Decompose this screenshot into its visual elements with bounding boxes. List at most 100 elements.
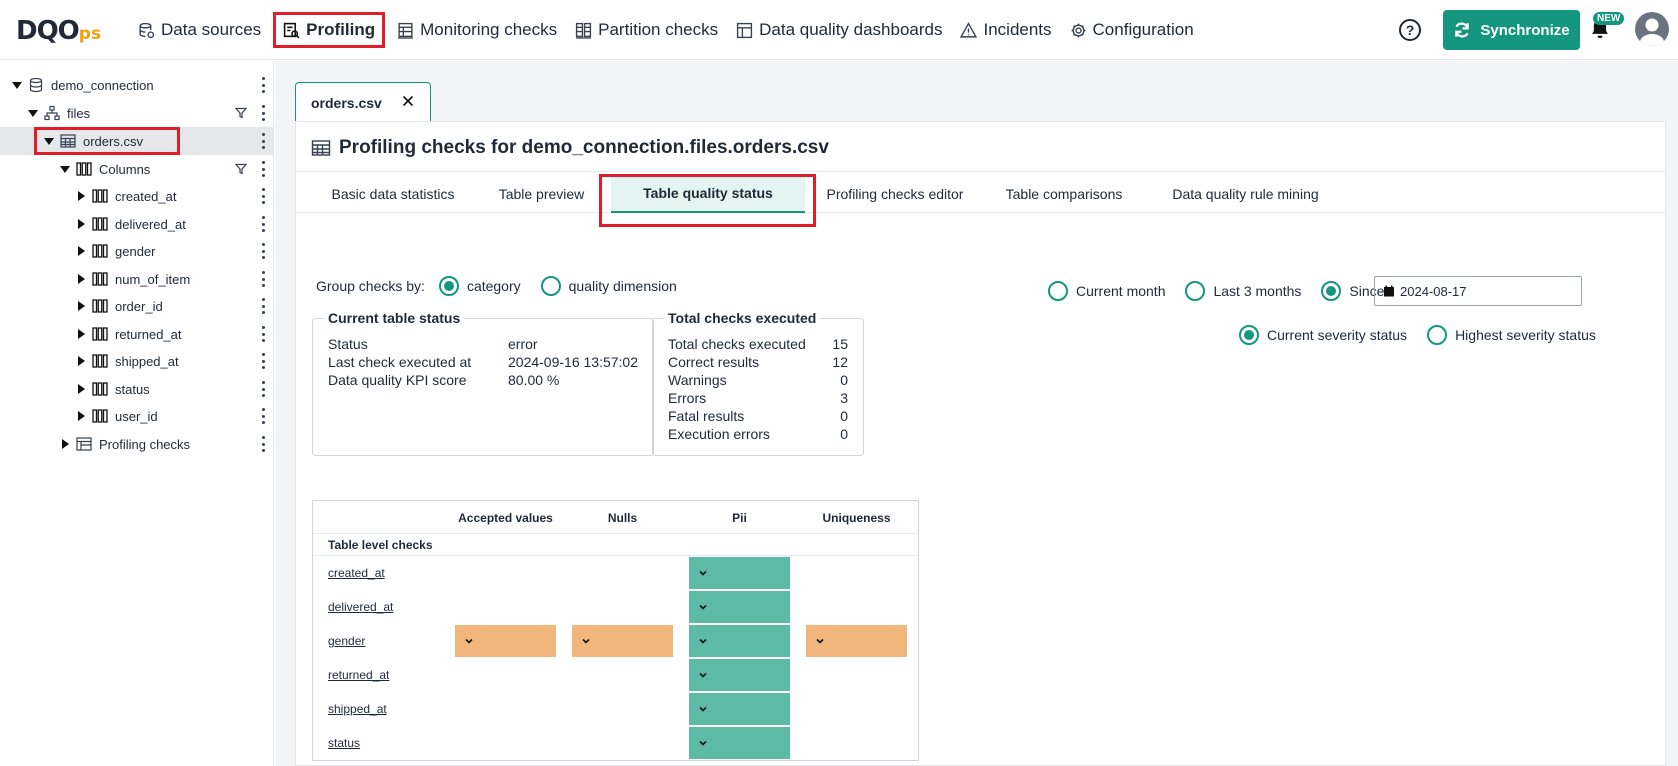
sidebar-item-columns[interactable]: Columns: [0, 155, 273, 183]
caret-right-icon[interactable]: [78, 411, 85, 421]
caret-right-icon[interactable]: [78, 191, 85, 201]
tab-basic-data-statistics[interactable]: Basic data statistics: [311, 174, 475, 213]
sidebar-item-num-of-item[interactable]: num_of_item: [0, 265, 273, 293]
status-cell-error[interactable]: [806, 625, 907, 657]
radio-category[interactable]: [438, 276, 459, 296]
tab-data-quality-rule-mining[interactable]: Data quality rule mining: [1149, 174, 1342, 213]
kebab-menu-icon[interactable]: [262, 408, 266, 424]
kebab-menu-icon[interactable]: [262, 105, 266, 121]
synchronize-button[interactable]: Synchronize: [1443, 10, 1580, 50]
column-link[interactable]: shipped_at: [328, 702, 387, 716]
nav-profiling[interactable]: Profiling: [273, 12, 386, 48]
kebab-menu-icon[interactable]: [262, 243, 266, 259]
status-cell-valid[interactable]: [689, 659, 790, 691]
kebab-menu-icon[interactable]: [262, 77, 266, 93]
tab-table-comparisons[interactable]: Table comparisons: [991, 174, 1137, 213]
nav-monitoring-checks[interactable]: Monitoring checks: [391, 12, 563, 48]
nav-data-sources[interactable]: Data sources: [132, 12, 267, 48]
user-avatar[interactable]: [1635, 12, 1669, 46]
dqops-logo[interactable]: DQO ps: [16, 16, 101, 46]
kebab-menu-icon[interactable]: [262, 381, 266, 397]
radio-current-month[interactable]: [1048, 281, 1068, 301]
kebab-menu-icon[interactable]: [262, 353, 266, 369]
severity-radio-group: Current severity status Highest severity…: [1239, 325, 1596, 345]
nav-label: Data sources: [161, 20, 262, 39]
nav-label: Data quality dashboards: [759, 20, 943, 39]
status-cell-valid[interactable]: [689, 591, 790, 623]
nav-configuration[interactable]: Configuration: [1064, 12, 1200, 48]
column-link[interactable]: returned_at: [328, 668, 389, 682]
tab-table-quality-status[interactable]: Table quality status: [611, 174, 805, 213]
sidebar-item-shipped-at[interactable]: shipped_at: [0, 347, 273, 375]
sidebar-item-returned-at[interactable]: returned_at: [0, 320, 273, 348]
kebab-menu-icon[interactable]: [262, 216, 266, 232]
column-link[interactable]: status: [328, 736, 360, 750]
kebab-menu-icon[interactable]: [262, 298, 266, 314]
close-icon[interactable]: [402, 95, 414, 107]
caret-right-icon[interactable]: [78, 384, 85, 394]
help-icon[interactable]: ?: [1399, 19, 1421, 41]
status-row: Data quality KPI score 80.00 %: [328, 371, 638, 389]
column-icon: [92, 189, 108, 203]
quality-status-grid: Accepted values Nulls Pii Uniqueness Tab…: [312, 500, 919, 761]
caret-right-icon[interactable]: [78, 329, 85, 339]
column-link[interactable]: created_at: [328, 566, 385, 580]
radio-quality-dimension[interactable]: [540, 276, 561, 296]
sidebar-item-files[interactable]: files: [0, 99, 273, 127]
caret-down-icon[interactable]: [28, 109, 38, 117]
sidebar-item-label: delivered_at: [115, 216, 186, 232]
sidebar-item-demo-connection[interactable]: demo_connection: [0, 71, 273, 99]
status-value: 80.00 %: [508, 372, 560, 388]
caret-right-icon[interactable]: [78, 301, 85, 311]
nav-partition-checks[interactable]: Partition checks: [569, 12, 724, 48]
sidebar-item-orders-csv[interactable]: orders.csv: [0, 127, 273, 155]
caret-right-icon[interactable]: [78, 219, 85, 229]
sidebar-item-order-id[interactable]: order_id: [0, 292, 273, 320]
sidebar-item-profiling-checks[interactable]: Profiling checks: [0, 430, 273, 458]
status-value: 2024-09-16 13:57:02: [508, 354, 638, 370]
tab-orders-csv[interactable]: orders.csv: [295, 82, 431, 122]
nav-incidents[interactable]: Incidents: [954, 12, 1057, 48]
caret-down-icon[interactable]: [60, 165, 70, 173]
sidebar-item-user-id[interactable]: user_id: [0, 402, 273, 430]
kebab-menu-icon[interactable]: [262, 436, 266, 452]
chevron-down-icon: [699, 604, 707, 610]
kebab-menu-icon[interactable]: [262, 326, 266, 342]
sidebar-item-created-at[interactable]: created_at: [0, 182, 273, 210]
tab-table-preview[interactable]: Table preview: [484, 174, 599, 213]
caret-down-icon[interactable]: [12, 81, 22, 89]
status-cell-valid[interactable]: [689, 693, 790, 725]
column-link[interactable]: gender: [328, 634, 365, 648]
kebab-menu-icon[interactable]: [262, 271, 266, 287]
radio-last-3-months[interactable]: [1185, 281, 1206, 301]
radio-current-severity[interactable]: [1239, 325, 1259, 345]
kebab-menu-icon[interactable]: [262, 133, 266, 149]
kebab-menu-icon[interactable]: [262, 188, 266, 204]
sidebar-item-status[interactable]: status: [0, 375, 273, 403]
status-cell-error[interactable]: [455, 625, 556, 657]
sidebar-item-gender[interactable]: gender: [0, 237, 273, 265]
column-link[interactable]: delivered_at: [328, 600, 393, 614]
status-cell-valid[interactable]: [689, 727, 790, 759]
radio-since[interactable]: [1321, 281, 1342, 301]
nav-label: Profiling: [306, 20, 376, 39]
caret-right-icon[interactable]: [78, 246, 85, 256]
filter-icon[interactable]: [235, 107, 247, 119]
status-cell-valid[interactable]: [689, 625, 790, 657]
table-row: status: [313, 726, 918, 760]
status-cell-error[interactable]: [572, 625, 673, 657]
status-cell-valid[interactable]: [689, 557, 790, 589]
kebab-menu-icon[interactable]: [262, 161, 266, 177]
page-title-text: Profiling checks for demo_connection.fil…: [339, 137, 829, 158]
nav-label: Monitoring checks: [420, 20, 558, 39]
sidebar-item-delivered-at[interactable]: delivered_at: [0, 210, 273, 238]
nav-label: Partition checks: [598, 20, 719, 39]
caret-right-icon[interactable]: [78, 274, 85, 284]
radio-highest-severity[interactable]: [1427, 325, 1448, 345]
caret-right-icon[interactable]: [62, 439, 69, 449]
since-date-input[interactable]: 2024-08-17: [1374, 276, 1582, 306]
tab-profiling-checks-editor[interactable]: Profiling checks editor: [810, 174, 980, 213]
nav-data-quality-dashboards[interactable]: Data quality dashboards: [730, 12, 948, 48]
caret-right-icon[interactable]: [78, 356, 85, 366]
filter-icon[interactable]: [235, 163, 247, 175]
